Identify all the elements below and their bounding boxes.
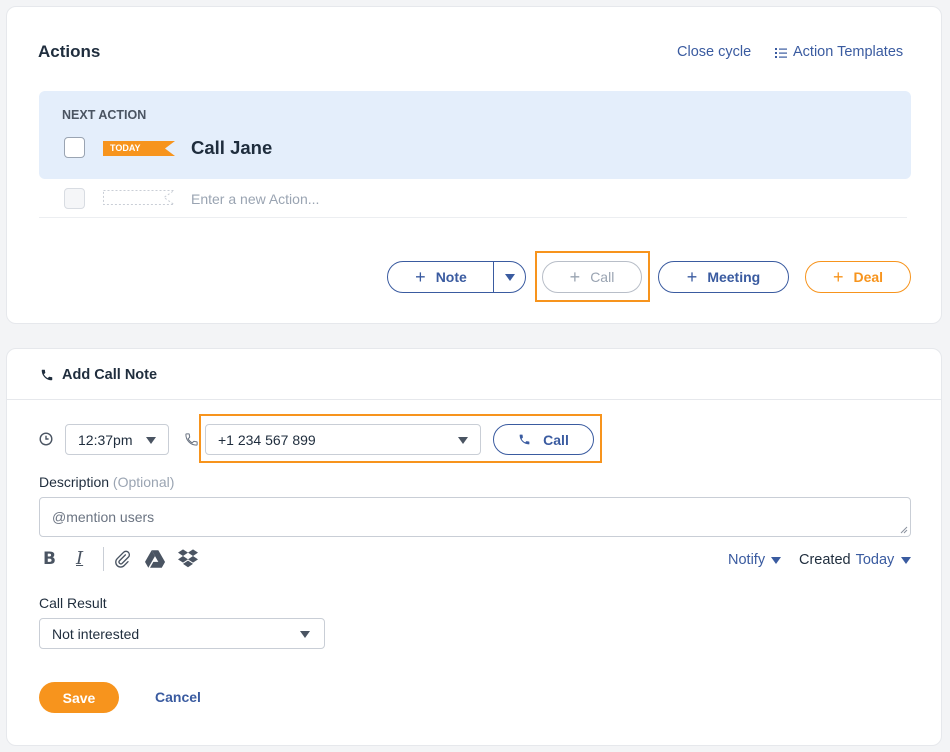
bold-icon[interactable]: B [43, 549, 56, 569]
note-label: Note [435, 269, 467, 285]
attachment-icon[interactable] [113, 549, 131, 569]
call-label: Call [590, 269, 615, 285]
add-call-button[interactable]: + Call [542, 261, 642, 293]
caret-down-icon [300, 631, 310, 638]
add-deal-button[interactable]: + Deal [805, 261, 911, 293]
resize-handle-icon[interactable] [900, 526, 908, 534]
meeting-label: Meeting [707, 269, 761, 285]
description-label-text: Description [39, 474, 110, 490]
actions-title: Actions [38, 42, 101, 61]
save-button[interactable]: Save [39, 682, 119, 713]
call-result-label: Call Result [39, 595, 107, 611]
caret-down-icon [458, 437, 468, 444]
empty-flag-icon [103, 190, 175, 205]
description-optional: (Optional) [112, 474, 175, 490]
caret-down-icon [504, 273, 515, 281]
add-meeting-button[interactable]: + Meeting [658, 261, 789, 293]
description-input[interactable]: @mention users [39, 497, 911, 537]
toolbar-divider [103, 547, 104, 571]
created-dropdown[interactable]: Created Today [799, 552, 912, 568]
caret-down-icon [771, 556, 782, 564]
description-placeholder: @mention users [52, 509, 155, 525]
action-templates-label: Action Templates [793, 44, 904, 60]
dial-call-label: Call [543, 431, 569, 448]
plus-icon: + [415, 267, 426, 287]
next-action-title[interactable]: Call Jane [191, 137, 272, 159]
phone-icon [41, 369, 53, 381]
next-action-checkbox[interactable] [64, 137, 85, 158]
description-label: Description (Optional) [39, 474, 174, 490]
deal-label: Deal [853, 269, 884, 285]
new-action-checkbox [64, 188, 85, 209]
close-cycle-link[interactable]: Close cycle [677, 44, 751, 60]
time-value: 12:37pm [78, 431, 133, 448]
plus-icon: + [832, 267, 844, 287]
phone-outline-icon [185, 433, 198, 446]
new-action-input[interactable]: Enter a new Action... [191, 191, 319, 207]
italic-icon[interactable]: I [76, 548, 83, 569]
cancel-button[interactable]: Cancel [155, 689, 201, 705]
actions-card: Actions Close cycle Action Templates NEX… [6, 6, 942, 324]
clock-icon [39, 432, 53, 446]
created-label: Created [799, 552, 851, 568]
plus-icon: + [686, 267, 698, 287]
plus-icon: + [569, 267, 581, 287]
notify-dropdown[interactable]: Notify [728, 552, 782, 568]
next-action-label: NEXT ACTION [62, 108, 147, 122]
time-select[interactable]: 12:37pm [65, 424, 169, 455]
google-drive-icon[interactable] [145, 550, 165, 568]
caret-down-icon [901, 556, 912, 564]
caret-down-icon [146, 437, 156, 444]
next-action-box: NEXT ACTION TODAY Call Jane [39, 91, 911, 179]
call-note-title: Add Call Note [62, 367, 158, 383]
divider [39, 217, 907, 218]
phone-select[interactable]: +1 234 567 899 [205, 424, 481, 455]
call-note-card: Add Call Note 12:37pm +1 234 567 899 Cal… [6, 348, 942, 746]
list-icon [775, 47, 787, 58]
phone-value: +1 234 567 899 [218, 431, 316, 448]
dropbox-icon[interactable] [178, 549, 198, 568]
dial-call-button[interactable]: Call [493, 424, 594, 455]
action-templates-link[interactable]: Action Templates [775, 44, 903, 60]
header-divider [7, 399, 941, 400]
note-dropdown-button[interactable] [493, 261, 526, 293]
call-result-value: Not interested [52, 625, 140, 642]
created-value: Today [855, 552, 895, 568]
add-note-button[interactable]: + Note [387, 261, 495, 293]
notify-label: Notify [728, 552, 766, 568]
call-result-select[interactable]: Not interested [39, 618, 325, 649]
today-badge: TODAY [110, 143, 141, 153]
phone-icon [519, 434, 530, 445]
